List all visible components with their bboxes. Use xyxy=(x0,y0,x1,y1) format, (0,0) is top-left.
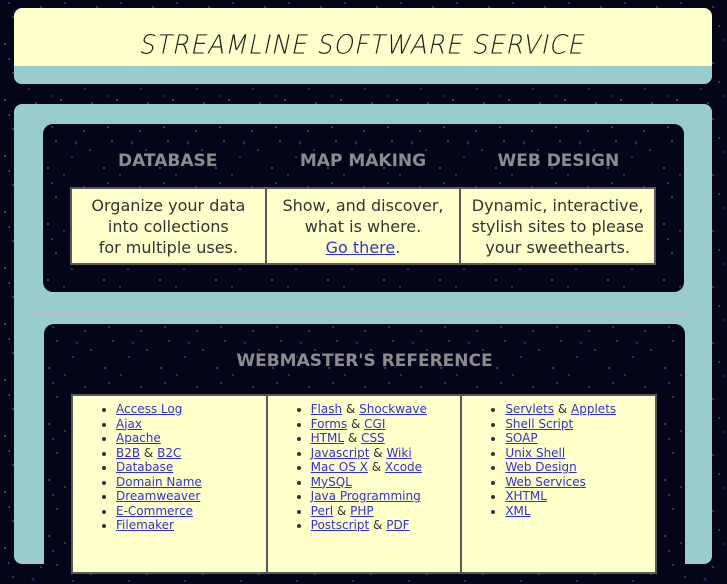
site-header: STREAMLINE SOFTWARE SERVICE xyxy=(14,8,712,84)
reference-item: XML xyxy=(505,504,655,519)
reference-link-b2c[interactable]: B2C xyxy=(157,446,181,460)
heading-database: DATABASE xyxy=(117,151,218,171)
reference-item: Filemaker xyxy=(116,518,266,533)
service-cell-database: Organize your data into collections for … xyxy=(70,187,267,265)
go-there-link[interactable]: Go there xyxy=(326,238,396,257)
reference-item: XHTML xyxy=(505,489,655,504)
reference-link-dreamweaver[interactable]: Dreamweaver xyxy=(116,489,200,503)
reference-item: Mac OS X & Xcode xyxy=(311,460,461,475)
reference-item: Postscript & PDF xyxy=(311,518,461,533)
heading-web-design: WEB DESIGN xyxy=(497,151,620,171)
reference-item: Unix Shell xyxy=(505,446,655,461)
reference-link-web-design[interactable]: Web Design xyxy=(505,460,576,474)
reference-link-e-commerce[interactable]: E-Commerce xyxy=(116,504,193,518)
reference-title: WEBMASTER'S REFERENCE xyxy=(236,351,493,371)
reference-link-xml[interactable]: XML xyxy=(505,504,530,518)
reference-item: Ajax xyxy=(116,417,266,432)
reference-link-b2b[interactable]: B2B xyxy=(116,446,140,460)
reference-link-unix-shell[interactable]: Unix Shell xyxy=(505,446,565,460)
reference-item: Access Log xyxy=(116,402,266,417)
reference-item: E-Commerce xyxy=(116,504,266,519)
ampersand: & xyxy=(347,416,365,431)
reference-table: Access LogAjaxApacheB2B & B2CDatabaseDom… xyxy=(71,394,657,574)
reference-link-applets[interactable]: Applets xyxy=(571,402,616,416)
reference-link-mac-os-x[interactable]: Mac OS X xyxy=(311,460,368,474)
reference-column: Flash & ShockwaveForms & CGIHTML & CSSJa… xyxy=(265,394,463,574)
heading-map-making: MAP MAKING xyxy=(299,151,427,171)
reference-link-shockwave[interactable]: Shockwave xyxy=(359,402,427,416)
ampersand: & xyxy=(367,460,385,474)
reference-link-soap[interactable]: SOAP xyxy=(505,431,537,445)
reference-item: MySQL xyxy=(311,475,461,490)
reference-item: Database xyxy=(116,460,266,475)
reference-link-perl[interactable]: Perl xyxy=(311,504,333,518)
header-band xyxy=(14,66,712,84)
reference-item: Java Programming xyxy=(311,489,461,504)
reference-link-javascript[interactable]: Javascript xyxy=(311,446,370,460)
reference-item: Web Design xyxy=(505,460,655,475)
reference-link-flash[interactable]: Flash xyxy=(311,402,342,416)
site-title: STREAMLINE SOFTWARE SERVICE xyxy=(137,29,589,60)
ampersand: & xyxy=(369,518,387,532)
reference-link-forms[interactable]: Forms xyxy=(311,417,347,431)
reference-list: Servlets & AppletsShell ScriptSOAPUnix S… xyxy=(462,402,655,518)
ampersand: & xyxy=(344,431,362,445)
services-headings: DATABASE MAP MAKING WEB DESIGN xyxy=(70,151,656,171)
reference-link-css[interactable]: CSS xyxy=(361,431,385,445)
ampersand: & xyxy=(342,402,360,416)
reference-link-php[interactable]: PHP xyxy=(350,504,374,518)
reference-item: SOAP xyxy=(505,431,655,446)
reference-link-cgi[interactable]: CGI xyxy=(364,417,385,431)
reference-link-filemaker[interactable]: Filemaker xyxy=(116,518,174,532)
reference-item: Web Services xyxy=(505,475,655,490)
reference-item: Domain Name xyxy=(116,475,266,490)
reference-link-pdf[interactable]: PDF xyxy=(386,518,409,532)
reference-item: HTML & CSS xyxy=(311,431,461,446)
reference-link-xcode[interactable]: Xcode xyxy=(385,460,422,474)
reference-item: Shell Script xyxy=(505,417,655,432)
ampersand: & xyxy=(369,445,387,460)
reference-link-shell-script[interactable]: Shell Script xyxy=(505,417,573,431)
reference-link-ajax[interactable]: Ajax xyxy=(116,417,142,431)
reference-link-mysql[interactable]: MySQL xyxy=(311,475,352,489)
reference-link-servlets[interactable]: Servlets xyxy=(505,402,554,416)
services-panel: DATABASE MAP MAKING WEB DESIGN Organize … xyxy=(43,124,684,292)
reference-link-apache[interactable]: Apache xyxy=(116,431,161,445)
reference-item: Dreamweaver xyxy=(116,489,266,504)
service-cell-map-making: Show, and discover, what is where. Go th… xyxy=(264,187,462,265)
reference-link-java-programming[interactable]: Java Programming xyxy=(311,489,421,503)
section-divider xyxy=(32,314,692,316)
reference-link-wiki[interactable]: Wiki xyxy=(386,446,411,460)
service-cell-web-design: Dynamic, interactive, stylish sites to p… xyxy=(459,187,656,265)
ampersand: & xyxy=(140,445,158,460)
reference-column: Servlets & AppletsShell ScriptSOAPUnix S… xyxy=(460,394,657,574)
services-table: Organize your data into collections for … xyxy=(70,187,656,265)
reference-item: Forms & CGI xyxy=(311,417,461,432)
reference-list: Access LogAjaxApacheB2B & B2CDatabaseDom… xyxy=(73,402,266,533)
reference-link-database[interactable]: Database xyxy=(116,460,173,474)
reference-link-html[interactable]: HTML xyxy=(311,431,344,445)
reference-link-postscript[interactable]: Postscript xyxy=(311,518,370,532)
reference-link-web-services[interactable]: Web Services xyxy=(505,475,586,489)
reference-link-domain-name[interactable]: Domain Name xyxy=(116,475,202,489)
ampersand: & xyxy=(333,503,351,518)
reference-item: B2B & B2C xyxy=(116,446,266,461)
reference-column: Access LogAjaxApacheB2B & B2CDatabaseDom… xyxy=(71,394,268,574)
ampersand: & xyxy=(554,402,572,416)
reference-link-xhtml[interactable]: XHTML xyxy=(505,489,547,503)
reference-item: Flash & Shockwave xyxy=(311,402,461,417)
reference-panel: WEBMASTER'S REFERENCE Access LogAjaxApac… xyxy=(44,324,685,584)
reference-item: Apache xyxy=(116,431,266,446)
reference-item: Javascript & Wiki xyxy=(311,446,461,461)
reference-item: Servlets & Applets xyxy=(505,402,655,417)
reference-list: Flash & ShockwaveForms & CGIHTML & CSSJa… xyxy=(268,402,461,533)
reference-link-access-log[interactable]: Access Log xyxy=(116,402,182,416)
reference-item: Perl & PHP xyxy=(311,504,461,519)
content-frame: DATABASE MAP MAKING WEB DESIGN Organize … xyxy=(14,104,712,584)
